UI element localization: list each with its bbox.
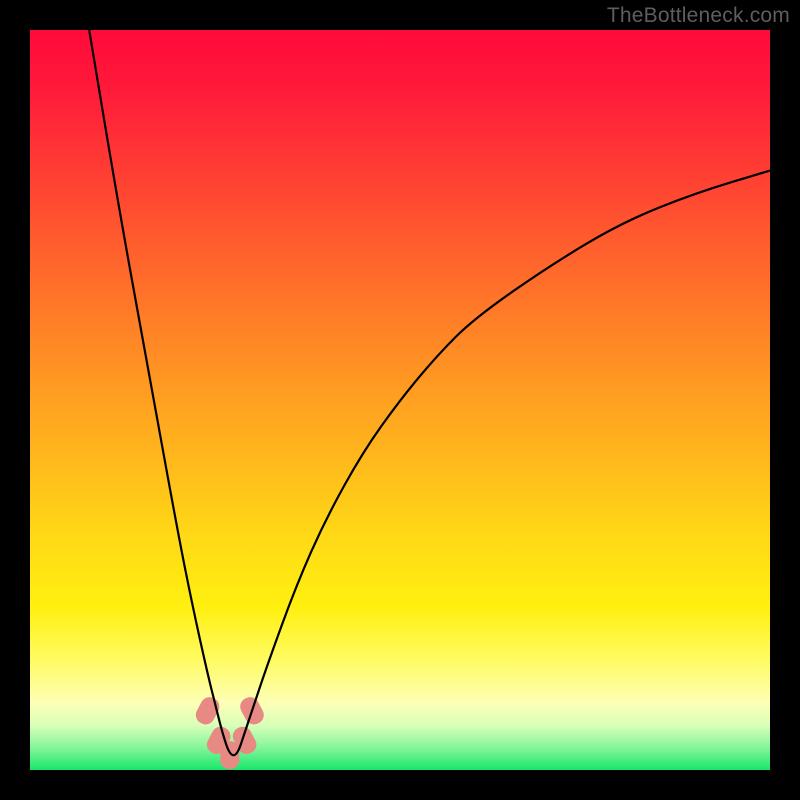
markers-group	[193, 694, 267, 769]
plot-area	[30, 30, 770, 770]
watermark-text: TheBottleneck.com	[607, 4, 790, 28]
bottleneck-curve	[89, 30, 770, 755]
curve-layer	[30, 30, 770, 770]
curve-marker	[193, 694, 223, 728]
curve-marker	[220, 741, 239, 769]
chart-frame: TheBottleneck.com	[0, 0, 800, 800]
